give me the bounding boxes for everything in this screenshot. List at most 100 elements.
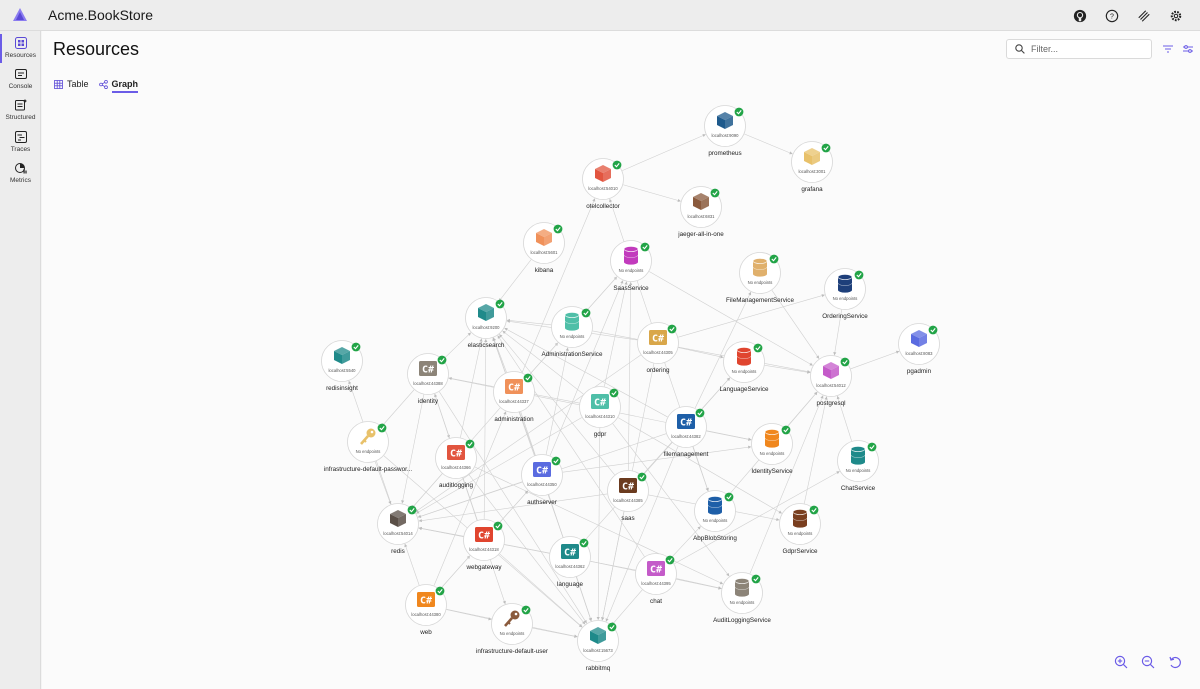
graph-node-otelcollector[interactable]: localhost:54010 otelcollector — [582, 158, 624, 211]
graph-node-postgresql[interactable]: localhost:54012 postgresql — [810, 355, 852, 408]
graph-node-gdprsvc[interactable]: No endpoints GdprService — [779, 503, 821, 556]
node-endpoint: localhost:9090 — [711, 133, 739, 138]
node-label: kibana — [535, 267, 554, 274]
graph-node-rabbitmq[interactable]: localhost:15673 rabbitmq — [577, 620, 619, 673]
sidebar: Resources Console Structured Traces Metr… — [0, 31, 41, 689]
node-label: gdpr — [594, 431, 607, 438]
status-ok-icon — [493, 521, 503, 531]
node-label: LanguageService — [719, 386, 769, 393]
app-title[interactable]: Acme.BookStore — [48, 7, 153, 23]
graph-node-authserver[interactable]: C# localhost:44350 authserver — [521, 454, 563, 507]
graph-node-saas[interactable]: C# localhost:44385 saas — [607, 470, 649, 523]
project-icon: C# — [475, 527, 493, 542]
node-label: auditlogging — [439, 482, 473, 489]
graph-node-orderingsvc[interactable]: No endpoints OrderingService — [822, 268, 868, 321]
zoom-out-icon[interactable] — [1141, 655, 1155, 669]
node-endpoint: No endpoints — [619, 268, 644, 273]
graph-edge — [744, 133, 793, 155]
node-endpoint: No endpoints — [732, 369, 757, 374]
graph-node-languagesvc[interactable]: No endpoints LanguageService — [719, 341, 769, 394]
graph-node-redisinsight[interactable]: localhost:5540 redisinsight — [321, 340, 363, 393]
graph-edge — [483, 338, 487, 520]
node-endpoint: No endpoints — [356, 449, 381, 454]
status-ok-icon — [809, 505, 819, 515]
graph-node-ordering[interactable]: C# localhost:44305 ordering — [637, 322, 679, 375]
graph-node-kibana[interactable]: localhost:5601 kibana — [523, 222, 565, 275]
graph-node-jaeger[interactable]: localhost:6831 jaeger-all-in-one — [677, 186, 724, 239]
graph-node-administration[interactable]: C# localhost:44337 administration — [493, 371, 535, 424]
database-icon — [764, 429, 780, 448]
graph-edge — [532, 627, 578, 638]
node-endpoint: localhost:5540 — [328, 368, 356, 373]
node-endpoint: No endpoints — [846, 468, 871, 473]
graph-node-web[interactable]: C# localhost:44380 web — [405, 584, 447, 637]
node-label: elasticsearch — [468, 342, 505, 349]
svg-text:C#: C# — [536, 466, 548, 477]
edge-arrow — [776, 517, 780, 522]
sidebar-item-structured[interactable]: Structured — [0, 96, 41, 126]
sidebar-item-console[interactable]: Console — [0, 65, 41, 95]
graph-edge — [611, 589, 643, 626]
project-icon: C# — [561, 544, 579, 559]
graph-node-adminsvc[interactable]: No endpoints AdministrationService — [542, 306, 603, 359]
graph-node-saasservice[interactable]: No endpoints SaasService — [610, 240, 652, 293]
graph-node-identitysvc[interactable]: No endpoints IdentityService — [751, 423, 793, 476]
status-ok-icon — [867, 442, 877, 452]
status-ok-icon — [751, 574, 761, 584]
status-ok-icon — [640, 242, 650, 252]
node-endpoint: localhost:44310 — [585, 414, 615, 419]
resources-icon — [14, 36, 28, 50]
project-icon: C# — [619, 478, 637, 493]
settings-icon[interactable] — [1168, 8, 1184, 24]
graph-node-abpblob[interactable]: No endpoints AbpBlobStoring — [693, 490, 737, 543]
graph-node-chat[interactable]: C# localhost:44395 chat — [635, 553, 677, 606]
sidebar-item-resources[interactable]: Resources — [0, 34, 41, 64]
zoom-in-icon[interactable] — [1114, 655, 1128, 669]
database-icon — [736, 347, 752, 366]
graph-node-auditsvc[interactable]: No endpoints AuditLoggingService — [713, 572, 771, 625]
node-label: jaeger-all-in-one — [677, 231, 724, 238]
status-ok-icon — [351, 342, 361, 352]
node-endpoint: localhost:44380 — [411, 612, 441, 617]
feedback-icon[interactable] — [1136, 8, 1152, 24]
node-label: language — [557, 581, 583, 588]
reset-view-icon[interactable] — [1168, 655, 1182, 669]
graph-node-language[interactable]: C# localhost:44362 language — [549, 536, 591, 589]
edge-arrow — [821, 294, 825, 298]
edge-arrow — [836, 396, 840, 400]
app-logo-icon[interactable] — [12, 7, 28, 23]
graph-node-infrapwd[interactable]: No endpoints infrastructure-default-passw… — [324, 421, 412, 474]
graph-node-prometheus[interactable]: localhost:9090 prometheus — [704, 105, 746, 158]
edge-arrow — [418, 519, 422, 523]
node-label: AuditLoggingService — [713, 617, 771, 624]
graph-node-identity[interactable]: C# localhost:44388 identity — [407, 353, 449, 406]
graph-node-gdpr[interactable]: C# localhost:44310 gdpr — [579, 386, 621, 439]
graph-node-filemanagement[interactable]: C# localhost:44382 filemanagement — [664, 406, 709, 459]
graph-node-filemgmtsvc[interactable]: No endpoints FileManagementService — [726, 252, 794, 305]
graph-edge — [670, 526, 701, 559]
status-ok-icon — [637, 472, 647, 482]
graph-node-pgadmin[interactable]: localhost:8083 pgadmin — [898, 323, 940, 376]
node-endpoint: localhost:44350 — [527, 482, 557, 487]
graph-node-chatsvc[interactable]: No endpoints ChatService — [837, 440, 879, 493]
sidebar-item-label: Console — [8, 83, 33, 90]
graph-node-webgateway[interactable]: C# localhost:44318 webgateway — [463, 519, 505, 572]
help-icon[interactable]: ? — [1104, 8, 1120, 24]
resource-graph[interactable]: localhost:9090 prometheus localhost:3001 gr… — [42, 31, 1200, 689]
sidebar-item-metrics[interactable]: Metrics — [0, 159, 41, 189]
graph-node-auditlogging[interactable]: C# localhost:44366 auditlogging — [435, 437, 477, 490]
status-ok-icon — [840, 357, 850, 367]
github-icon[interactable] — [1072, 8, 1088, 24]
sidebar-item-traces[interactable]: Traces — [0, 128, 41, 158]
graph-node-redis[interactable]: localhost:54014 redis — [377, 503, 419, 556]
graph-node-grafana[interactable]: localhost:3001 grafana — [791, 141, 833, 194]
graph-node-elasticsearch[interactable]: localhost:9200 elasticsearch — [465, 297, 507, 350]
svg-text:C#: C# — [650, 565, 662, 576]
node-endpoint: localhost:9200 — [472, 325, 500, 330]
node-label: prometheus — [708, 150, 741, 157]
node-endpoint: No endpoints — [833, 296, 858, 301]
main-content: Resources Table Graph localhost:9090prom… — [42, 31, 1200, 689]
top-bar-actions: ? — [1072, 0, 1200, 31]
edge-arrow — [816, 355, 820, 359]
database-icon — [734, 578, 750, 597]
